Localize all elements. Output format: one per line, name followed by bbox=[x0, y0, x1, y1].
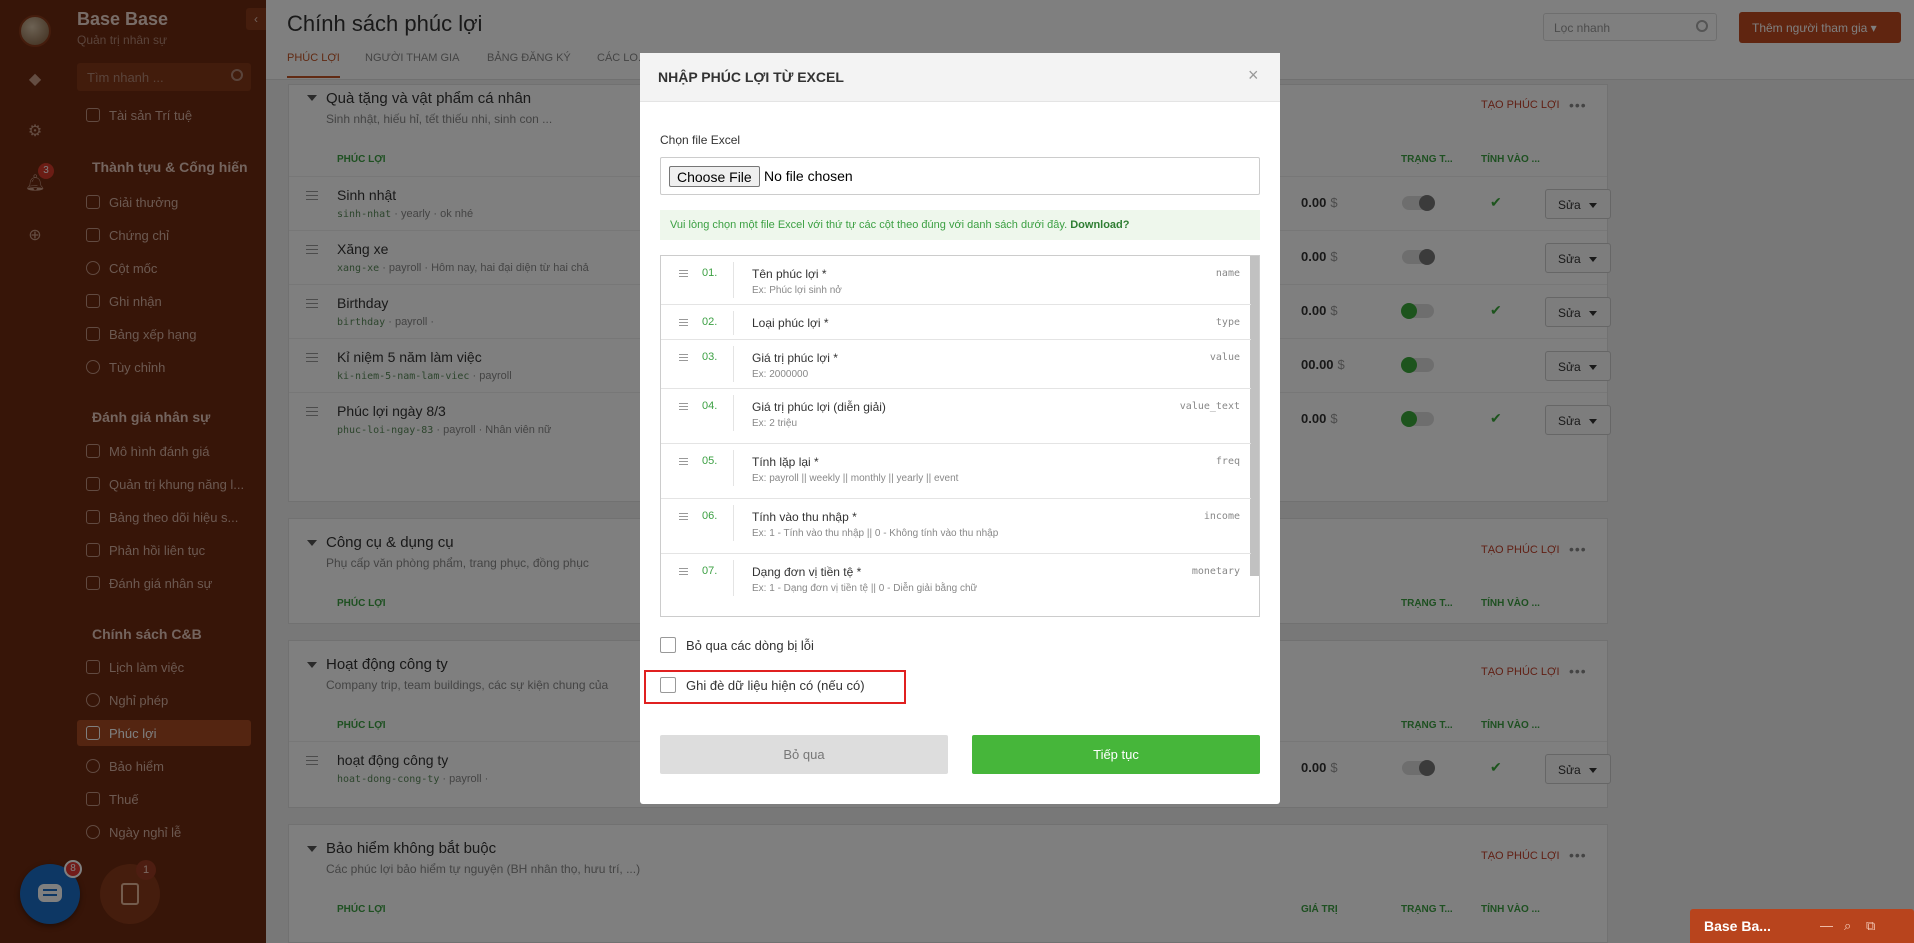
drag-handle-icon[interactable] bbox=[679, 568, 688, 575]
drag-handle-icon[interactable] bbox=[679, 319, 688, 326]
skip-errors-label: Bỏ qua các dòng bị lỗi bbox=[686, 638, 814, 653]
column-list[interactable]: 01. Tên phúc lợi * Ex: Phúc lợi sinh nở … bbox=[660, 255, 1260, 617]
scrollbar[interactable] bbox=[1250, 256, 1259, 576]
mini-chat-title: Base Ba... bbox=[1704, 918, 1771, 934]
field-key: income bbox=[1203, 511, 1240, 522]
list-item: 04. Giá trị phúc lợi (diễn giải) Ex: 2 t… bbox=[661, 389, 1251, 444]
file-input[interactable]: Choose File No file chosen bbox=[660, 157, 1260, 195]
mini-chat-widget[interactable]: Base Ba... — ⌕ ⧉ bbox=[1690, 909, 1914, 943]
list-item: 01. Tên phúc lợi * Ex: Phúc lợi sinh nở … bbox=[661, 256, 1251, 305]
field-name: Tính vào thu nhập * bbox=[752, 510, 857, 524]
divider bbox=[733, 395, 734, 431]
dialog-header: NHẬP PHÚC LỢI TỪ EXCEL × bbox=[640, 53, 1280, 102]
close-icon[interactable]: × bbox=[1248, 65, 1259, 86]
file-status: No file chosen bbox=[764, 168, 853, 184]
field-number: 05. bbox=[702, 455, 718, 467]
instruction-notice: Vui lòng chọn một file Excel với thứ tự … bbox=[660, 210, 1260, 240]
drag-handle-icon[interactable] bbox=[679, 458, 688, 465]
list-item: 03. Giá trị phúc lợi * Ex: 2000000 value bbox=[661, 340, 1251, 389]
continue-button[interactable]: Tiếp tục bbox=[972, 735, 1260, 774]
list-item: 07. Dạng đơn vị tiền tệ * Ex: 1 - Dạng đ… bbox=[661, 554, 1251, 616]
field-key: name bbox=[1215, 268, 1240, 279]
field-name: Tên phúc lợi * bbox=[752, 267, 827, 281]
list-item: 05. Tính lặp lại * Ex: payroll || weekly… bbox=[661, 444, 1251, 499]
download-link[interactable]: Download? bbox=[1070, 219, 1129, 231]
field-example: Ex: 1 - Tính vào thu nhập || 0 - Không t… bbox=[752, 528, 999, 539]
cancel-button[interactable]: Bỏ qua bbox=[660, 735, 948, 774]
field-number: 03. bbox=[702, 351, 718, 363]
notice-text: Vui lòng chọn một file Excel với thứ tự … bbox=[670, 219, 1068, 231]
list-item: 06. Tính vào thu nhập * Ex: 1 - Tính vào… bbox=[661, 499, 1251, 554]
list-item: 02. Loại phúc lợi * type bbox=[661, 305, 1251, 340]
skip-errors-checkbox[interactable] bbox=[660, 637, 676, 653]
field-number: 04. bbox=[702, 400, 718, 412]
field-key: value bbox=[1209, 352, 1240, 363]
field-example: Ex: 1 - Dạng đơn vị tiền tệ || 0 - Diễn … bbox=[752, 583, 978, 594]
field-name: Giá trị phúc lợi (diễn giải) bbox=[752, 400, 886, 414]
divider bbox=[733, 450, 734, 486]
drag-handle-icon[interactable] bbox=[679, 270, 688, 277]
divider bbox=[733, 560, 734, 596]
highlight-box bbox=[644, 670, 906, 704]
field-example: Ex: 2000000 bbox=[752, 369, 809, 380]
field-key: monetary bbox=[1191, 566, 1240, 577]
field-name: Dạng đơn vị tiền tệ * bbox=[752, 565, 862, 579]
divider bbox=[733, 262, 734, 298]
field-key: freq bbox=[1215, 456, 1240, 467]
field-number: 07. bbox=[702, 565, 718, 577]
search-icon[interactable]: ⌕ bbox=[1844, 918, 1851, 934]
field-number: 02. bbox=[702, 316, 718, 328]
field-name: Loại phúc lợi * bbox=[752, 316, 829, 330]
field-example: Ex: 2 triệu bbox=[752, 418, 798, 429]
drag-handle-icon[interactable] bbox=[679, 354, 688, 361]
divider bbox=[733, 346, 734, 382]
field-number: 06. bbox=[702, 510, 718, 522]
field-key: value_text bbox=[1179, 401, 1240, 412]
field-number: 01. bbox=[702, 267, 718, 279]
drag-handle-icon[interactable] bbox=[679, 403, 688, 410]
minimize-icon[interactable]: — bbox=[1820, 918, 1833, 933]
file-label: Chọn file Excel bbox=[660, 133, 741, 147]
drag-handle-icon[interactable] bbox=[679, 513, 688, 520]
dialog-title: NHẬP PHÚC LỢI TỪ EXCEL bbox=[658, 69, 844, 85]
divider bbox=[733, 311, 734, 335]
divider bbox=[733, 505, 734, 541]
field-example: Ex: payroll || weekly || monthly || year… bbox=[752, 473, 959, 484]
field-name: Tính lặp lại * bbox=[752, 455, 819, 469]
field-example: Ex: Phúc lợi sinh nở bbox=[752, 285, 842, 296]
choose-file-button[interactable]: Choose File bbox=[669, 166, 760, 187]
expand-icon[interactable]: ⧉ bbox=[1866, 918, 1875, 934]
field-key: type bbox=[1215, 317, 1240, 328]
field-name: Giá trị phúc lợi * bbox=[752, 351, 838, 365]
import-excel-dialog: NHẬP PHÚC LỢI TỪ EXCEL × Chọn file Excel… bbox=[640, 53, 1280, 804]
